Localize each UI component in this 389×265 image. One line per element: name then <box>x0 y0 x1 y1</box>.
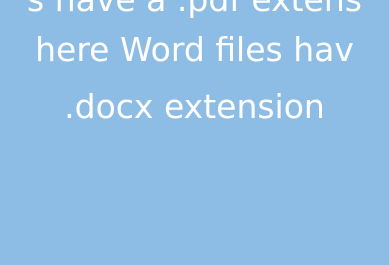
caption-line-3: .docx extension <box>64 87 325 126</box>
slide-frame: s have a .pdf extens here Word files hav… <box>0 0 389 265</box>
caption-line-1: s have a .pdf extens <box>27 0 362 22</box>
caption-line-2: here Word files hav <box>35 30 354 69</box>
